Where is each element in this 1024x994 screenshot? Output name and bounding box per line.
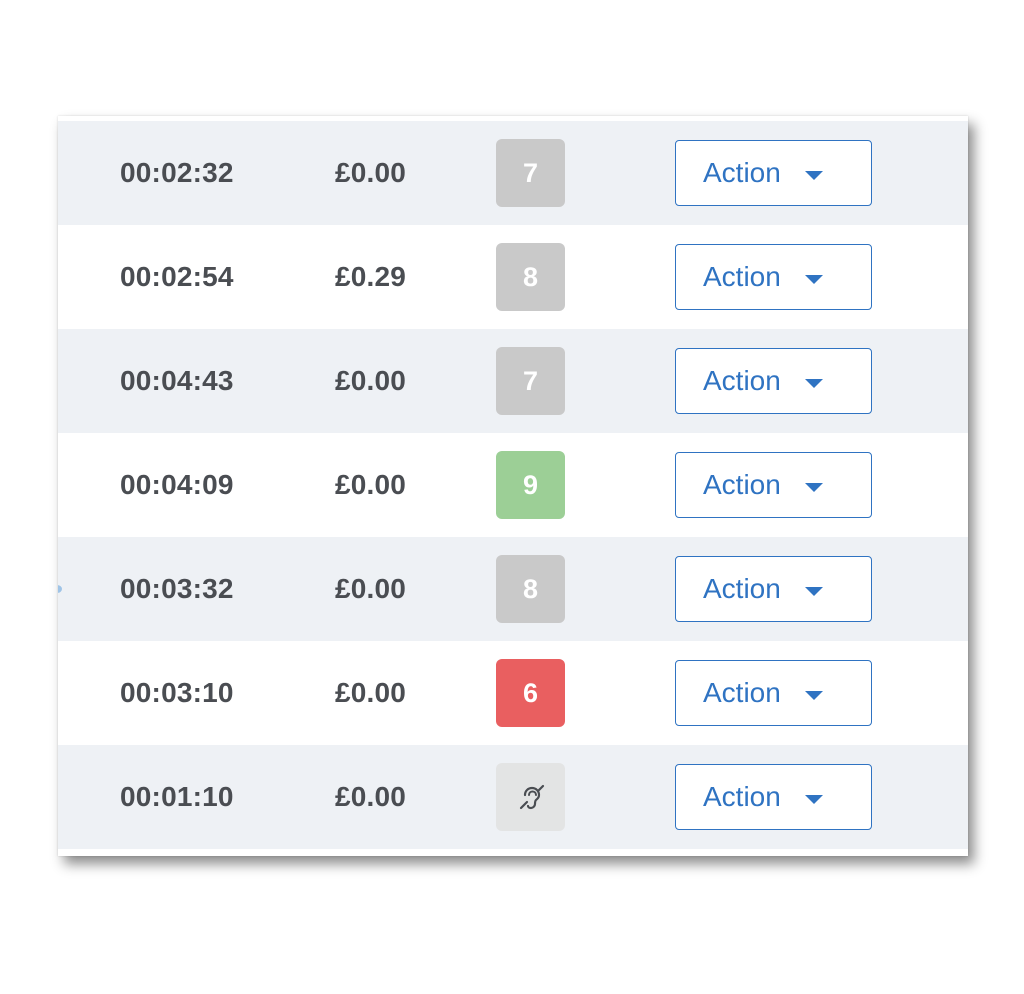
table-row: 00:02:54 £0.29 8 Action	[58, 225, 968, 329]
hearing-impaired-icon	[519, 784, 544, 810]
action-button-label: Action	[703, 469, 781, 500]
score-badge: 9	[496, 451, 565, 519]
action-dropdown-button[interactable]: Action	[675, 244, 872, 310]
caret-down-icon	[804, 170, 823, 180]
call-duration: 00:03:10	[120, 677, 234, 708]
score-badge: 8	[496, 243, 565, 311]
table-row: 00:04:43 £0.00 7 Action	[58, 329, 968, 433]
table-row: 00:03:32 £0.00 8 Action	[58, 537, 968, 641]
call-duration: 00:04:43	[120, 365, 234, 396]
call-duration: 00:02:54	[120, 261, 234, 292]
action-dropdown-button[interactable]: Action	[675, 140, 872, 206]
call-cost: £0.00	[335, 573, 407, 604]
caret-down-icon	[804, 378, 823, 388]
calls-table: 00:02:32 £0.00 7 Action 00:02:54 £0.29 8…	[58, 116, 968, 856]
call-cost: £0.00	[335, 781, 407, 812]
call-duration: 00:02:32	[120, 157, 234, 188]
table-row: 00:02:32 £0.00 7 Action	[58, 121, 968, 225]
hearing-impaired-badge	[496, 763, 565, 831]
call-duration: 00:03:32	[120, 573, 234, 604]
caret-down-icon	[804, 690, 823, 700]
score-badge: 8	[496, 555, 565, 623]
action-dropdown-button[interactable]: Action	[675, 348, 872, 414]
call-cost: £0.00	[335, 157, 407, 188]
score-badge: 7	[496, 347, 565, 415]
action-dropdown-button[interactable]: Action	[675, 764, 872, 830]
table-row: 00:04:09 £0.00 9 Action	[58, 433, 968, 537]
caret-down-icon	[804, 586, 823, 596]
call-cost: £0.00	[335, 469, 407, 500]
action-button-label: Action	[703, 365, 781, 396]
table-row: 00:03:10 £0.00 6 Action	[58, 641, 968, 745]
action-dropdown-button[interactable]: Action	[675, 556, 872, 622]
caret-down-icon	[804, 482, 823, 492]
call-duration: 00:04:09	[120, 469, 234, 500]
action-button-label: Action	[703, 573, 781, 604]
action-button-label: Action	[703, 157, 781, 188]
call-cost: £0.29	[335, 261, 407, 292]
score-badge: 7	[496, 139, 565, 207]
caret-down-icon	[804, 794, 823, 804]
table-row: 00:01:10 £0.00 Action	[58, 745, 968, 849]
truncated-link-mark[interactable]	[58, 585, 62, 593]
caret-down-icon	[804, 274, 823, 284]
action-dropdown-button[interactable]: Action	[675, 660, 872, 726]
action-dropdown-button[interactable]: Action	[675, 452, 872, 518]
action-button-label: Action	[703, 261, 781, 292]
action-button-label: Action	[703, 677, 781, 708]
score-badge: 6	[496, 659, 565, 727]
action-button-label: Action	[703, 781, 781, 812]
call-duration: 00:01:10	[120, 781, 234, 812]
call-cost: £0.00	[335, 365, 407, 396]
call-cost: £0.00	[335, 677, 407, 708]
